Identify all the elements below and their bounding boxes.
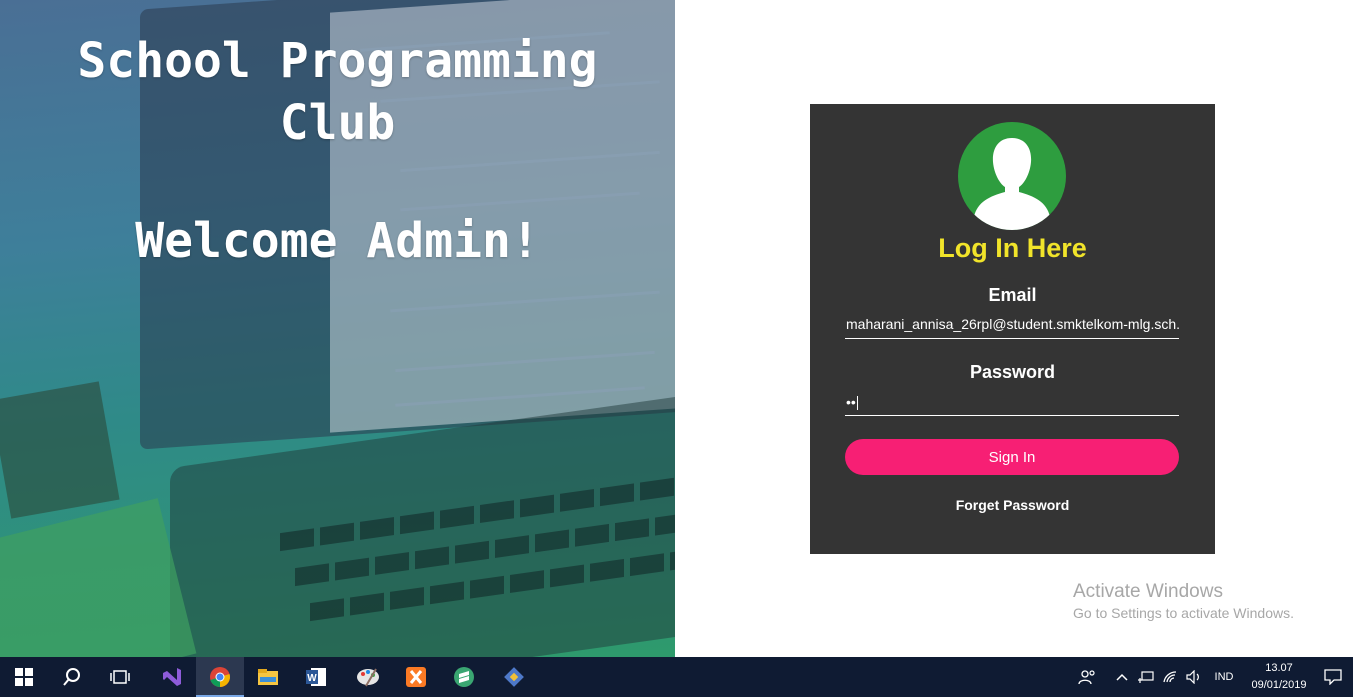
forget-password-link[interactable]: Forget Password [810, 497, 1215, 513]
search-icon[interactable] [48, 657, 96, 697]
battery-icon[interactable] [1136, 657, 1158, 697]
activate-windows-watermark: Activate Windows Go to Settings to activ… [1073, 581, 1294, 623]
start-icon[interactable] [0, 657, 48, 697]
activate-subtitle: Go to Settings to activate Windows. [1073, 605, 1294, 621]
paint-icon[interactable] [344, 657, 392, 697]
people-icon[interactable] [1074, 657, 1100, 697]
volume-icon[interactable] [1184, 657, 1206, 697]
xampp-icon[interactable] [392, 657, 440, 697]
title-line-2: Club [279, 95, 396, 151]
green-book-background [0, 498, 197, 657]
page-title: School Programming Club [0, 30, 675, 154]
chevron-up-icon[interactable] [1113, 657, 1131, 697]
chrome-icon[interactable] [196, 657, 244, 697]
clock-date: 09/01/2019 [1251, 679, 1307, 691]
wifi-icon[interactable] [1160, 657, 1182, 697]
user-avatar-icon [958, 122, 1066, 230]
hero-panel: School Programming Club Welcome Admin! [0, 0, 675, 657]
file-explorer-icon[interactable] [244, 657, 292, 697]
email-label: Email [988, 285, 1037, 305]
notification-icon[interactable] [1318, 657, 1348, 697]
language-indicator[interactable]: IND [1208, 657, 1240, 697]
sign-in-button[interactable]: Sign In [845, 439, 1179, 475]
word-icon[interactable]: W [292, 657, 340, 697]
login-heading: Log In Here [938, 233, 1087, 263]
system-clock[interactable]: 13.07 09/01/2019 [1244, 660, 1314, 694]
text-cursor [856, 396, 858, 411]
email-field[interactable]: maharani_annisa_26rpl@student.smktelkom-… [845, 313, 1179, 339]
taskbar: W IND 13.07 09/01/2019 [0, 657, 1353, 697]
password-mask: •• [846, 394, 856, 410]
password-field[interactable]: •• [845, 390, 1179, 416]
git-icon[interactable] [490, 657, 538, 697]
task-view-icon[interactable] [96, 657, 144, 697]
sublime-icon[interactable] [440, 657, 488, 697]
svg-text:W: W [307, 673, 317, 684]
visual-studio-icon[interactable] [148, 657, 196, 697]
welcome-message: Welcome Admin! [135, 213, 540, 269]
activate-title: Activate Windows [1073, 581, 1223, 602]
clock-time: 13.07 [1265, 662, 1293, 674]
login-card: Log In Here Email maharani_annisa_26rpl@… [810, 104, 1215, 554]
book-background [0, 381, 120, 519]
title-line-1: School Programming [77, 33, 598, 89]
password-label: Password [969, 362, 1056, 382]
